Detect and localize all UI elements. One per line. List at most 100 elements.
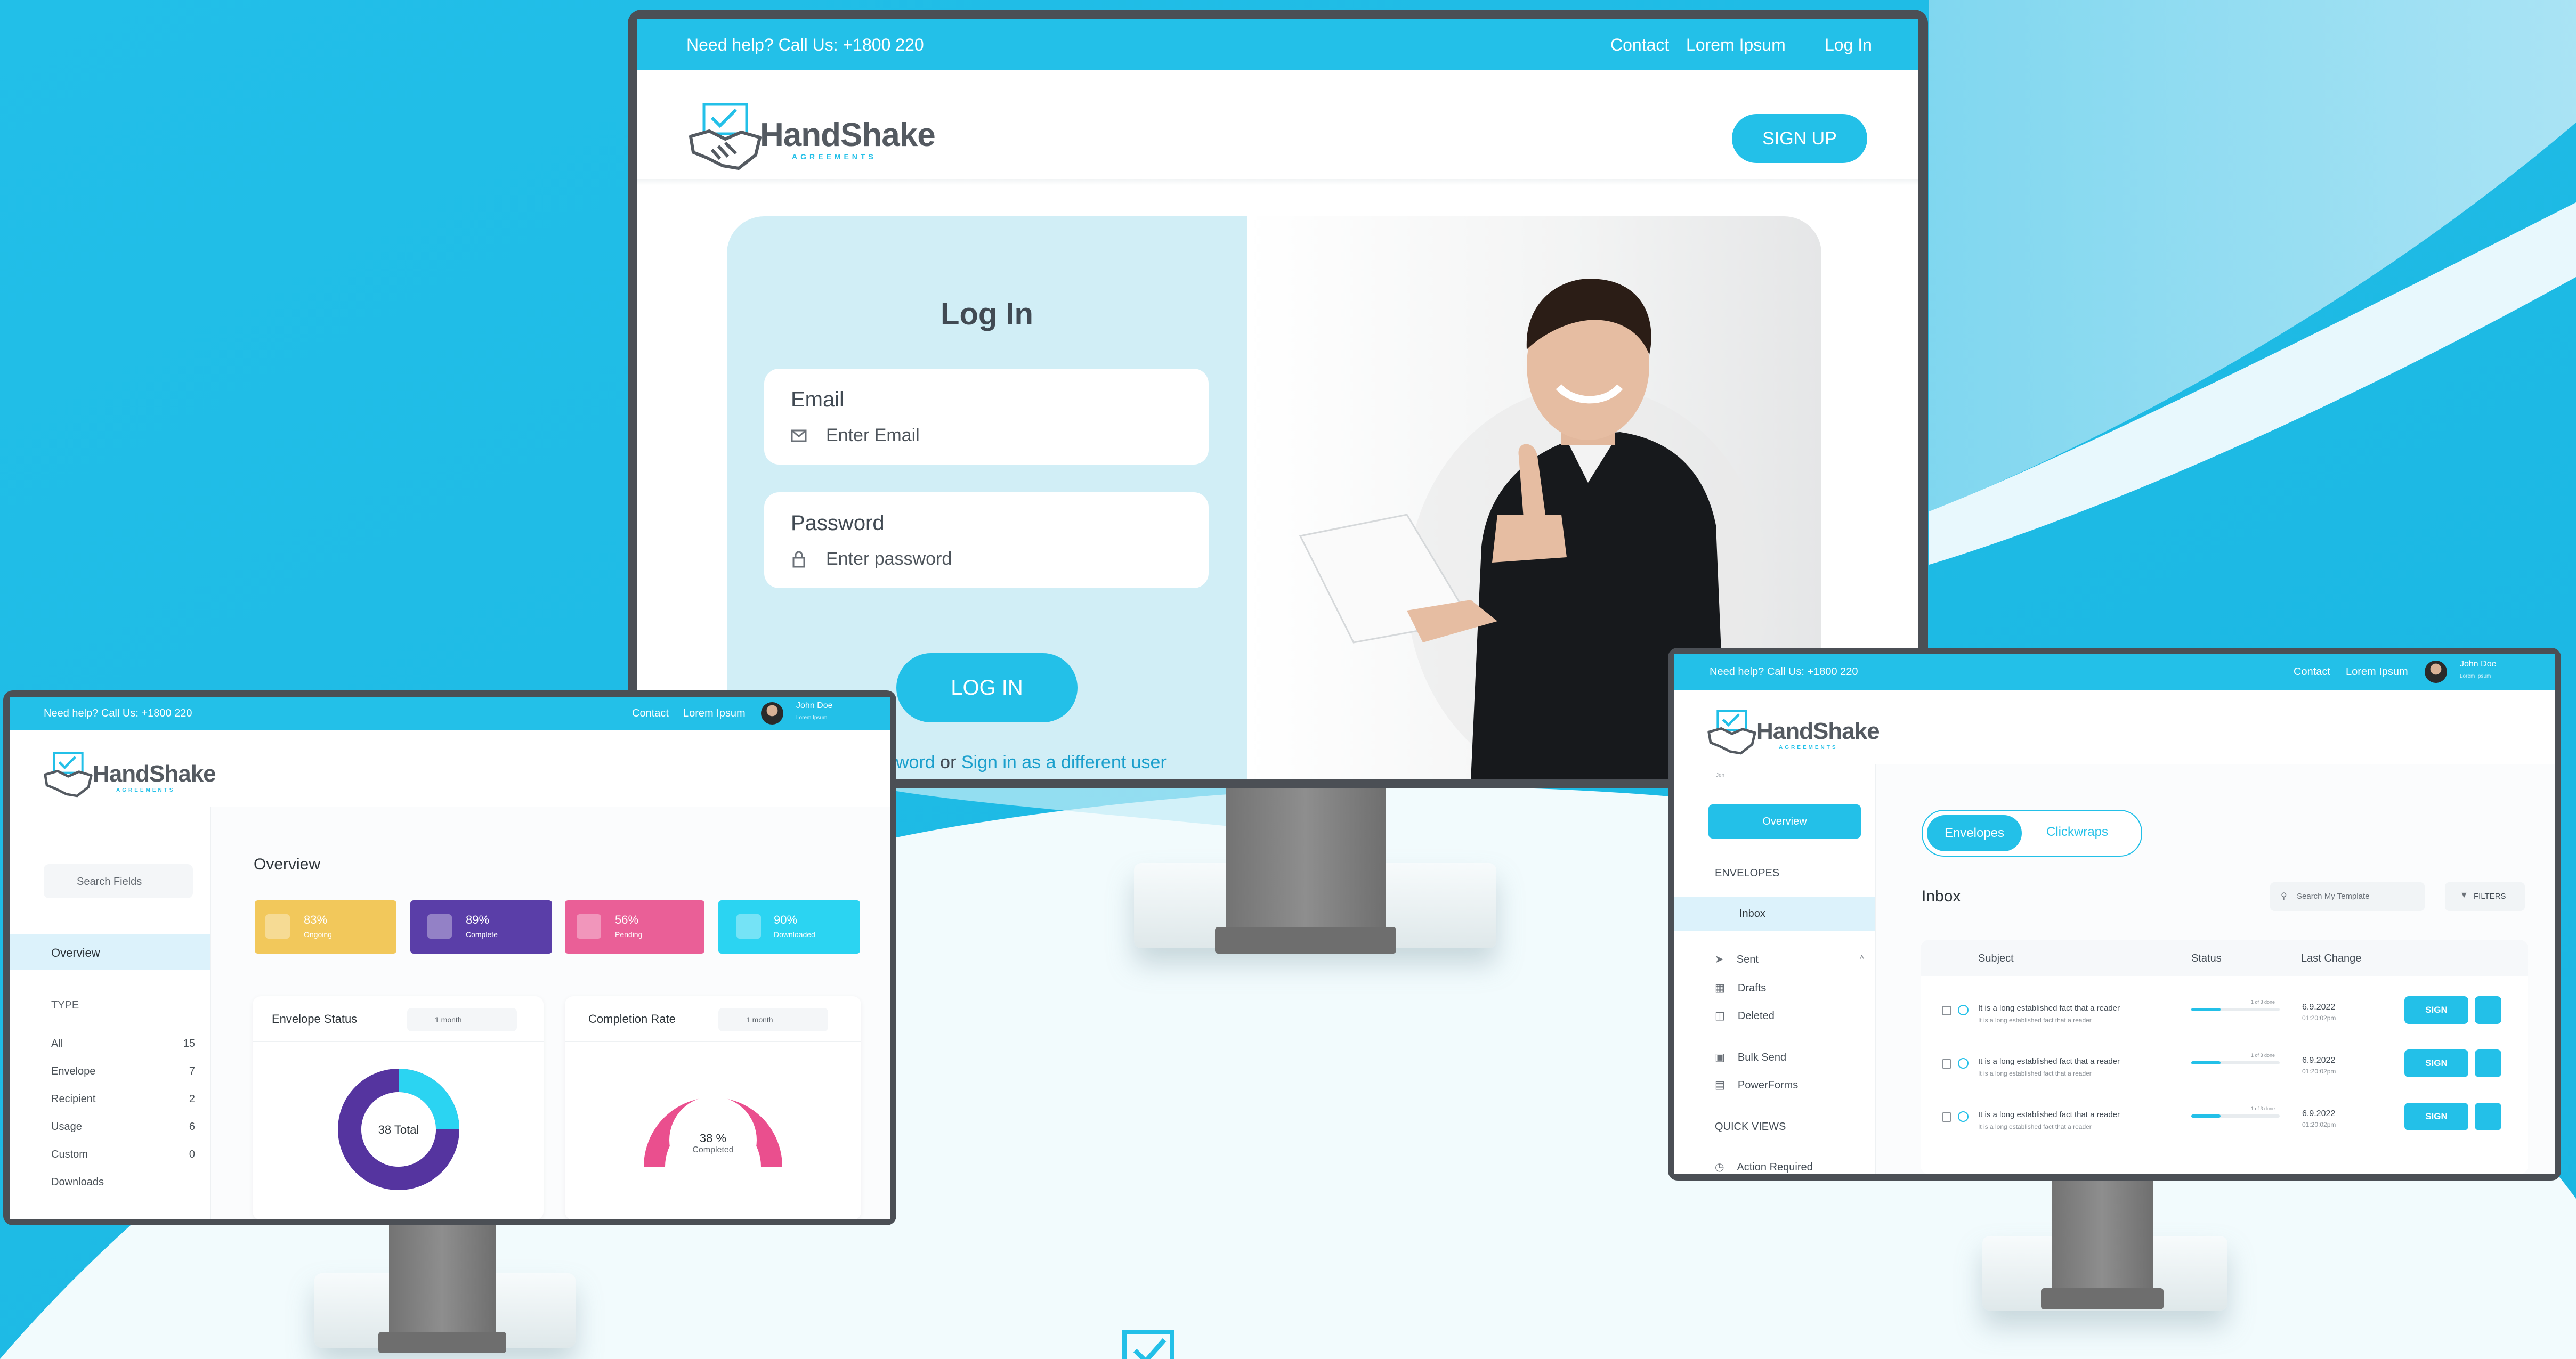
logo[interactable]: HandShake AGREEMENTS <box>1705 705 1880 764</box>
type-item-usage[interactable]: Usage 6 <box>51 1121 195 1133</box>
sign-button[interactable]: SIGN <box>2404 996 2468 1024</box>
completion-gauge-chart <box>644 1096 782 1184</box>
folder-bulk-send[interactable]: ▣ Bulk Send <box>1715 1051 1786 1064</box>
nav-overview[interactable]: Overview <box>10 934 210 970</box>
col-status[interactable]: Status <box>2191 953 2222 965</box>
col-last-change[interactable]: Last Change <box>2301 953 2361 965</box>
email-field[interactable]: Email Enter Email <box>764 369 1209 465</box>
template-search-input[interactable]: ⚲ Search My Template <box>2270 882 2425 911</box>
inbox-monitor-stand <box>1972 1167 2238 1327</box>
row-checkbox[interactable] <box>1942 1112 1951 1122</box>
type-item-downloads[interactable]: Downloads <box>51 1176 195 1189</box>
chevron-up-icon: ˄ <box>1859 953 1864 961</box>
info-icon <box>1958 1005 1969 1015</box>
envelopes-heading: ENVELOPES <box>1715 867 1780 879</box>
completion-rate-card: Completion Rate 1 month 38 % Completed <box>565 996 861 1219</box>
folder-deleted[interactable]: ◫ Deleted <box>1715 1009 1775 1022</box>
help-text: Need help? Call Us: +1800 220 <box>44 707 192 719</box>
filters-button[interactable]: ▼ FILTERS <box>2445 882 2525 911</box>
stat-complete[interactable]: 89% Complete <box>410 900 552 954</box>
contact-link[interactable]: Contact <box>632 707 669 720</box>
different-user-link[interactable]: Sign in as a different user <box>961 752 1167 772</box>
completion-label: Completed <box>692 1145 734 1154</box>
folder-drafts[interactable]: ▦ Drafts <box>1715 981 1766 995</box>
folder-inbox[interactable]: Inbox <box>1674 897 1875 931</box>
type-item-recipient[interactable]: Recipient 2 <box>51 1093 195 1105</box>
folder-sent[interactable]: ➤ Sent ˄ <box>1715 953 1864 966</box>
overview-button[interactable]: Overview <box>1708 804 1861 839</box>
contact-link[interactable]: Contact <box>2294 666 2330 678</box>
dashboard-screen: Need help? Call Us: +1800 220 Contact Lo… <box>10 697 890 1219</box>
search-fields-input[interactable]: Search Fields <box>44 864 193 898</box>
handshake-logo-icon <box>689 103 762 170</box>
email-input[interactable]: Enter Email <box>826 425 920 446</box>
handshake-logo-icon <box>44 752 93 798</box>
avatar[interactable] <box>761 702 783 725</box>
logo[interactable]: HandShake AGREEMENTS <box>685 99 936 179</box>
tab-group: Envelopes Clickwraps <box>1922 810 2142 857</box>
lorem-link[interactable]: Lorem Ipsum <box>683 707 746 720</box>
type-item-all[interactable]: All 15 <box>51 1038 195 1050</box>
help-text: Need help? Call Us: +1800 220 <box>686 35 924 54</box>
tab-clickwraps[interactable]: Clickwraps <box>2046 825 2108 840</box>
signup-button[interactable]: SIGN UP <box>1732 114 1867 163</box>
table-row[interactable]: It is a long established fact that a rea… <box>1921 1103 2528 1158</box>
contact-link[interactable]: Contact <box>1610 35 1669 55</box>
dashboard-stand-foot <box>378 1332 506 1353</box>
password-input[interactable]: Enter password <box>826 549 952 569</box>
folder-powerforms[interactable]: ▤ PowerForms <box>1715 1078 1798 1092</box>
stat-downloaded[interactable]: 90% Downloaded <box>718 900 860 954</box>
completion-period-select[interactable]: 1 month <box>718 1008 828 1031</box>
sign-button[interactable]: SIGN <box>2404 1049 2468 1077</box>
tiny-label: Jen <box>1716 772 1725 778</box>
more-button[interactable] <box>2475 1049 2501 1077</box>
logo[interactable]: HandShake AGREEMENTS <box>42 748 216 807</box>
login-stand-foot <box>1215 927 1396 954</box>
inbox-sidebar: Jen Overview ENVELOPES Inbox ➤ Sent ˄ ▦ Dra… <box>1674 764 1876 1174</box>
info-icon <box>1958 1111 1969 1122</box>
type-item-custom[interactable]: Custom 0 <box>51 1149 195 1161</box>
inbox-stand-neck <box>2052 1167 2153 1305</box>
logo-wordmark: HandShake <box>93 761 216 787</box>
more-button[interactable] <box>2475 1103 2501 1130</box>
envelope-status-card: Envelope Status 1 month 38 Total <box>253 996 544 1219</box>
send-icon: ➤ <box>1715 954 1724 965</box>
draft-icon: ▦ <box>1715 982 1725 994</box>
row-progress-fill <box>2191 1061 2221 1064</box>
stat-pending[interactable]: 56% Pending <box>565 900 704 954</box>
search-icon: ⚲ <box>2281 892 2287 901</box>
row-progress-fill <box>2191 1008 2221 1011</box>
user-name: John Doe <box>2460 660 2497 669</box>
avatar[interactable] <box>2425 661 2447 683</box>
dashboard-sidebar: Search Fields Overview TYPE All 15 Envelo… <box>10 807 211 1219</box>
login-footer-links: sword or Sign in as a different user <box>887 752 1167 773</box>
stat-ongoing[interactable]: 83% Ongoing <box>255 900 396 954</box>
login-title: Log In <box>941 297 1033 331</box>
row-checkbox[interactable] <box>1942 1006 1951 1015</box>
envelope-period-select[interactable]: 1 month <box>407 1008 517 1031</box>
login-topbar: Need help? Call Us: +1800 220 Contact Lo… <box>637 19 1918 70</box>
more-button[interactable] <box>2475 996 2501 1024</box>
email-label: Email <box>791 388 845 411</box>
handshake-logo-icon <box>1707 710 1756 755</box>
logo-subtitle: AGREEMENTS <box>1779 745 1838 751</box>
logo-wordmark: HandShake <box>760 117 936 153</box>
col-subject[interactable]: Subject <box>1978 953 2014 965</box>
lorem-link[interactable]: Lorem Ipsum <box>2346 666 2408 678</box>
sign-button[interactable]: SIGN <box>2404 1103 2468 1130</box>
envelope-status-title: Envelope Status <box>272 1012 358 1026</box>
quick-views-heading: QUICK VIEWS <box>1715 1121 1786 1133</box>
login-link[interactable]: Log In <box>1825 35 1872 55</box>
password-field[interactable]: Password Enter password <box>764 492 1209 588</box>
lorem-link[interactable]: Lorem Ipsum <box>1686 35 1786 55</box>
row-checkbox[interactable] <box>1942 1059 1951 1069</box>
inbox-screen: Need help? Call Us: +1800 220 Contact Lo… <box>1674 654 2555 1174</box>
trash-icon: ◫ <box>1715 1010 1725 1022</box>
tab-envelopes[interactable]: Envelopes <box>1927 815 2022 851</box>
login-submit-button[interactable]: LOG IN <box>896 653 1078 722</box>
type-item-envelope[interactable]: Envelope 7 <box>51 1065 195 1078</box>
table-row[interactable]: It is a long established fact that a rea… <box>1921 1049 2528 1105</box>
row-progress-track <box>2191 1114 2280 1118</box>
quick-view-action-required[interactable]: ◷ Action Required <box>1715 1160 1813 1174</box>
table-row[interactable]: It is a long established fact that a rea… <box>1921 996 2528 1052</box>
